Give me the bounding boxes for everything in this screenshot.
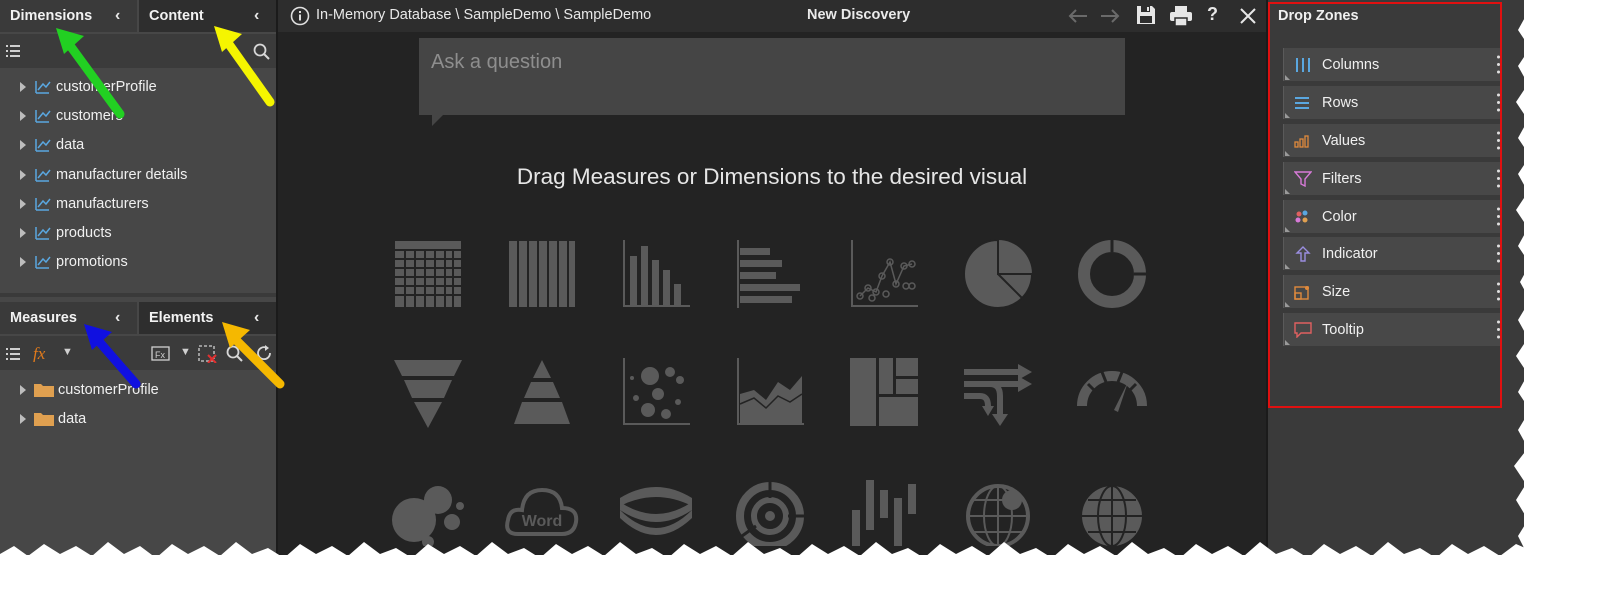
expand-icon[interactable] [20,384,26,395]
pie-chart-icon[interactable] [960,236,1036,312]
back-arrow-icon[interactable] [1068,8,1088,24]
blue-annotation-arrow-icon [84,324,141,389]
expand-icon[interactable] [20,169,26,180]
table-visual-icon[interactable] [390,236,466,312]
dropdown-arrow-icon[interactable]: ▼ [62,346,73,358]
column-chart-icon[interactable] [618,236,694,312]
hierarchy-icon [35,256,51,270]
forward-arrow-icon[interactable] [1100,8,1120,24]
discovery-canvas: In-Memory Database \ SampleDemo \ Sample… [278,0,1266,555]
scatter-line-chart-icon[interactable] [846,236,922,312]
discovery-topbar: In-Memory Database \ SampleDemo \ Sample… [278,0,1266,32]
tree-item-label: products [56,225,112,242]
expand-icon[interactable] [20,110,26,121]
tree-item-data[interactable]: data [0,131,276,160]
list-view-icon[interactable] [6,44,20,58]
hierarchy-icon [35,168,51,182]
print-icon[interactable] [1170,6,1192,26]
save-icon[interactable] [1136,5,1156,25]
tree-item-label: data [58,410,87,427]
tree-item-label: promotions [56,254,128,271]
breadcrumb: In-Memory Database \ SampleDemo \ Sample… [316,7,652,23]
hierarchy-icon [35,227,51,240]
list-view-icon[interactable] [6,347,20,361]
folder-icon [34,413,54,427]
app-window: Dimensions ‹ Content ‹ customerProfile c… [0,0,1524,555]
close-icon[interactable] [1240,8,1256,24]
tree-item-label: data [56,137,85,154]
hierarchy-icon [35,139,51,152]
delete-measure-icon[interactable] [198,345,218,363]
tab-measures-label: Measures [10,310,77,326]
pyramid-chart-icon[interactable] [504,354,580,430]
donut-chart-icon[interactable] [1074,236,1150,312]
expand-icon[interactable] [20,140,26,151]
folder-icon [34,384,54,398]
tab-elements-label: Elements [149,310,214,326]
tree-item-manufacturers[interactable]: manufacturers [0,189,276,218]
formula-fx-icon[interactable]: fx [32,344,54,362]
funnel-chart-icon[interactable] [390,354,466,430]
sankey-flow-icon[interactable] [960,354,1036,430]
svg-text:Fx: Fx [155,350,165,360]
expand-icon[interactable] [20,257,26,268]
area-chart-icon[interactable] [732,354,808,430]
tree-item-manufacturer-details[interactable]: manufacturer details [0,160,276,189]
expand-icon[interactable] [20,228,26,239]
yellow-annotation-arrow-icon [214,26,275,107]
tab-content-label: Content [149,8,204,24]
page-title: New Discovery [807,7,911,23]
expand-icon[interactable] [20,81,26,92]
tree-item-data-measures[interactable]: data [0,404,276,433]
word-cloud-text: Word [522,513,563,530]
torn-edge-right [1514,0,1540,570]
torn-edge-bottom [0,542,1530,566]
expand-icon[interactable] [20,198,26,209]
bubble-chart-icon[interactable] [618,354,694,430]
calculated-measure-icon[interactable]: Fx [151,345,171,362]
drop-zones-highlight-box [1268,2,1502,408]
dropdown-arrow-icon[interactable]: ▼ [180,346,191,358]
treemap-chart-icon[interactable] [846,354,922,430]
panel-divider[interactable] [0,293,276,297]
tree-item-products[interactable]: products [0,218,276,247]
tree-item-label: manufacturer details [56,166,188,183]
tree-item-label: manufacturers [56,195,149,212]
orange-annotation-arrow-icon [222,322,285,389]
drag-hint-text: Drag Measures or Dimensions to the desir… [516,164,1028,189]
ask-question-box [419,38,1125,115]
help-icon[interactable]: ? [1207,4,1218,25]
tree-item-promotions[interactable]: promotions [0,248,276,277]
ask-bubble-tail [432,114,444,126]
svg-text:fx: fx [33,344,46,362]
expand-icon[interactable] [20,413,26,424]
pivot-visual-icon[interactable] [504,236,580,312]
hierarchy-icon [35,197,51,211]
gauge-chart-icon[interactable] [1074,354,1150,430]
bar-chart-icon[interactable] [732,236,808,312]
info-icon[interactable] [290,6,310,26]
ask-question-input[interactable] [419,38,1123,86]
green-annotation-arrow-icon [56,28,125,119]
